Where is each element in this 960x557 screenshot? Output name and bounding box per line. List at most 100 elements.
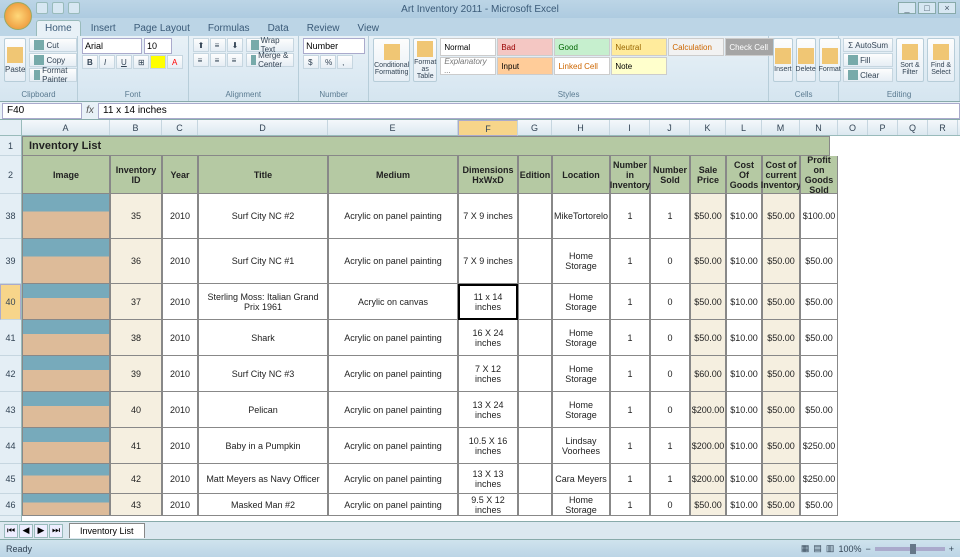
tab-nav-prev[interactable]: ◀	[19, 524, 33, 538]
col-N[interactable]: N	[800, 120, 838, 135]
table-row[interactable]: 362010Surf City NC #1Acrylic on panel pa…	[22, 239, 838, 284]
cell-year[interactable]: 2010	[162, 464, 198, 494]
table-row[interactable]: 412010Baby in a PumpkinAcrylic on panel …	[22, 428, 838, 464]
header-image[interactable]: Image	[22, 156, 110, 194]
formula-input[interactable]: 11 x 14 inches	[98, 103, 960, 119]
cell-title[interactable]: Surf City NC #2	[198, 194, 328, 239]
cell-sp[interactable]: $200.00	[690, 428, 726, 464]
cell-pg[interactable]: $50.00	[800, 494, 838, 516]
delete-cells-button[interactable]: Delete	[796, 38, 816, 82]
cell-pg[interactable]: $50.00	[800, 392, 838, 428]
cell-id[interactable]: 43	[110, 494, 162, 516]
table-row[interactable]: 372010Sterling Moss: Italian Grand Prix …	[22, 284, 838, 320]
cell-title[interactable]: Surf City NC #1	[198, 239, 328, 284]
cell-img[interactable]	[22, 194, 110, 239]
cell-cg[interactable]: $10.00	[726, 194, 762, 239]
cell-id[interactable]: 37	[110, 284, 162, 320]
tab-home[interactable]: Home	[36, 20, 81, 36]
col-O[interactable]: O	[838, 120, 868, 135]
cell-medium[interactable]: Acrylic on panel painting	[328, 428, 458, 464]
cell-year[interactable]: 2010	[162, 194, 198, 239]
header-location[interactable]: Location	[552, 156, 610, 194]
cell-year[interactable]: 2010	[162, 239, 198, 284]
merge-center-button[interactable]: Merge & Center	[246, 53, 295, 67]
align-top-button[interactable]: ⬆	[193, 38, 209, 52]
cut-button[interactable]: Cut	[29, 38, 76, 52]
cell-edition[interactable]	[518, 428, 552, 464]
cell-nsold[interactable]: 1	[650, 464, 690, 494]
cell-id[interactable]: 36	[110, 239, 162, 284]
cell-nsold[interactable]: 0	[650, 239, 690, 284]
format-cells-button[interactable]: Format	[819, 38, 841, 82]
col-D[interactable]: D	[198, 120, 328, 135]
format-as-table-button[interactable]: Format as Table	[413, 38, 437, 82]
align-left-button[interactable]: ≡	[193, 53, 209, 67]
tab-insert[interactable]: Insert	[83, 21, 124, 36]
cell-year[interactable]: 2010	[162, 392, 198, 428]
align-bottom-button[interactable]: ⬇	[227, 38, 243, 52]
tab-nav-first[interactable]: ⏮	[4, 524, 18, 538]
row-38[interactable]: 38	[0, 194, 21, 239]
cell-dim[interactable]: 13 X 13 inches	[458, 464, 518, 494]
cell-medium[interactable]: Acrylic on canvas	[328, 284, 458, 320]
clear-button[interactable]: Clear	[843, 68, 893, 82]
cell-img[interactable]	[22, 494, 110, 516]
cell-img[interactable]	[22, 239, 110, 284]
cell-img[interactable]	[22, 356, 110, 392]
cell-id[interactable]: 40	[110, 392, 162, 428]
cell-edition[interactable]	[518, 320, 552, 356]
style-linked-cell[interactable]: Linked Cell	[554, 57, 610, 75]
cell-sp[interactable]: $50.00	[690, 320, 726, 356]
cell-title[interactable]: Surf City NC #3	[198, 356, 328, 392]
zoom-slider[interactable]	[875, 547, 945, 551]
cell-id[interactable]: 39	[110, 356, 162, 392]
style-note[interactable]: Note	[611, 57, 667, 75]
underline-button[interactable]: U	[116, 55, 132, 69]
cell-img[interactable]	[22, 320, 110, 356]
minimize-button[interactable]: _	[898, 2, 916, 14]
cell-dim[interactable]: 10.5 X 16 inches	[458, 428, 518, 464]
view-page-layout-icon[interactable]: ▤	[813, 543, 822, 554]
cell-pg[interactable]: $50.00	[800, 284, 838, 320]
col-G[interactable]: G	[518, 120, 552, 135]
tab-nav-next[interactable]: ▶	[34, 524, 48, 538]
header-medium[interactable]: Medium	[328, 156, 458, 194]
cell-year[interactable]: 2010	[162, 428, 198, 464]
cell-cg[interactable]: $10.00	[726, 464, 762, 494]
copy-button[interactable]: Copy	[29, 53, 76, 67]
cell-cg[interactable]: $10.00	[726, 284, 762, 320]
cell-medium[interactable]: Acrylic on panel painting	[328, 194, 458, 239]
style-explanatory[interactable]: Explanatory ...	[440, 57, 496, 75]
header-edition[interactable]: Edition	[518, 156, 552, 194]
cell-styles-gallery[interactable]: Normal Bad Good Neutral Calculation Chec…	[440, 38, 781, 75]
cell-year[interactable]: 2010	[162, 356, 198, 392]
cell-title[interactable]: Masked Man #2	[198, 494, 328, 516]
italic-button[interactable]: I	[99, 55, 115, 69]
style-calculation[interactable]: Calculation	[668, 38, 724, 56]
cell-nsold[interactable]: 1	[650, 194, 690, 239]
cell-ci[interactable]: $50.00	[762, 239, 800, 284]
name-box[interactable]: F40	[2, 103, 82, 119]
header-dimensions-hxwxd[interactable]: Dimensions HxWxD	[458, 156, 518, 194]
header-sale-price[interactable]: Sale Price	[690, 156, 726, 194]
cell-edition[interactable]	[518, 284, 552, 320]
currency-button[interactable]: $	[303, 55, 319, 69]
cell-ninv[interactable]: 1	[610, 392, 650, 428]
cell-location[interactable]: Lindsay Voorhees	[552, 428, 610, 464]
cell-cg[interactable]: $10.00	[726, 320, 762, 356]
col-A[interactable]: A	[22, 120, 110, 135]
cell-id[interactable]: 41	[110, 428, 162, 464]
header-profit-on-goods-sold[interactable]: Profit on Goods Sold	[800, 156, 838, 194]
cell-year[interactable]: 2010	[162, 320, 198, 356]
cell-ninv[interactable]: 1	[610, 239, 650, 284]
find-select-button[interactable]: Find & Select	[927, 38, 955, 82]
table-row[interactable]: 392010Surf City NC #3Acrylic on panel pa…	[22, 356, 838, 392]
style-good[interactable]: Good	[554, 38, 610, 56]
header-number-in-inventory[interactable]: Number in Inventory	[610, 156, 650, 194]
cell-sp[interactable]: $50.00	[690, 239, 726, 284]
col-B[interactable]: B	[110, 120, 162, 135]
sheet-body[interactable]: Inventory ListImageInventory IDYearTitle…	[22, 136, 838, 521]
maximize-button[interactable]: □	[918, 2, 936, 14]
row-1[interactable]: 1	[0, 136, 21, 156]
cell-edition[interactable]	[518, 239, 552, 284]
